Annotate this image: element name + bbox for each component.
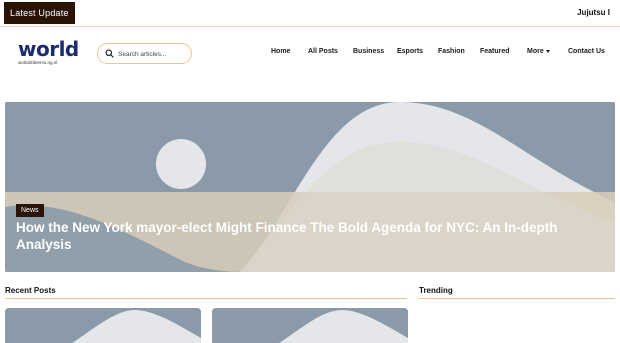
recent-posts-divider (5, 298, 407, 299)
site-logo[interactable]: world worldofdeerns.ng.nl (18, 37, 82, 68)
nav-more-label: More (527, 48, 544, 55)
chevron-down-icon (545, 49, 550, 53)
nav-esports[interactable]: Esports (397, 48, 423, 55)
top-bar: Latest Update Jujutsu I (0, 0, 620, 27)
hero-title[interactable]: How the New York mayor-elect Might Finan… (16, 219, 576, 253)
news-ticker-text[interactable]: Jujutsu I (577, 8, 610, 17)
image-placeholder-icon (212, 308, 408, 343)
latest-update-badge[interactable]: Latest Update (4, 2, 75, 24)
nav-home[interactable]: Home (271, 48, 290, 55)
search-box[interactable] (97, 43, 192, 64)
nav-fashion[interactable]: Fashion (438, 48, 465, 55)
nav-contact-us[interactable]: Contact Us (568, 48, 605, 55)
trending-heading: Trending (419, 286, 453, 295)
recent-posts-heading: Recent Posts (5, 286, 56, 295)
nav-featured[interactable]: Featured (480, 48, 510, 55)
search-icon (105, 49, 114, 58)
hero-featured-post[interactable]: News How the New York mayor-elect Might … (5, 102, 615, 272)
site-header: world worldofdeerns.ng.nl Home All Posts… (0, 28, 620, 80)
nav-all-posts[interactable]: All Posts (308, 48, 338, 55)
nav-more[interactable]: More (527, 48, 550, 55)
logo-subtext: worldofdeerns.ng.nl (18, 60, 58, 65)
post-card[interactable] (5, 308, 201, 343)
post-card[interactable] (212, 308, 408, 343)
trending-divider (419, 298, 615, 299)
logo-wordmark: world (18, 37, 79, 61)
category-tag[interactable]: News (16, 204, 44, 217)
search-input[interactable] (118, 47, 188, 61)
nav-business[interactable]: Business (353, 48, 384, 55)
image-placeholder-icon (5, 308, 201, 343)
